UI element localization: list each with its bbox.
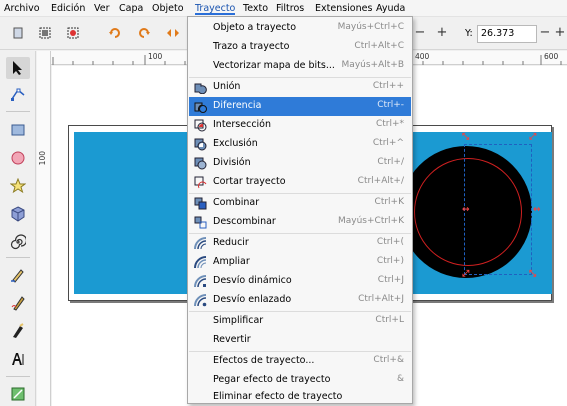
rectangle-tool[interactable] <box>6 119 30 141</box>
h-ruler-number: 400 <box>415 52 430 61</box>
scale-handle-right[interactable]: ↔ <box>533 206 541 215</box>
select-all-layers-icon[interactable] <box>38 26 52 40</box>
tool-separator <box>6 257 30 258</box>
menu-extensiones[interactable]: Extensiones <box>315 2 372 15</box>
pen-icon <box>11 296 25 311</box>
arrow-icon <box>13 61 22 75</box>
pencil-icon <box>11 269 24 283</box>
menu-item-path-effects[interactable]: Efectos de trayecto... Ctrl+& <box>189 352 411 371</box>
rectangle-icon <box>11 124 25 136</box>
select-all-icon[interactable] <box>11 26 25 40</box>
rotate-ccw-icon[interactable] <box>108 26 122 40</box>
menu-item-outset[interactable]: Ampliar Ctrl+) <box>189 253 411 272</box>
ellipse-tool[interactable] <box>6 147 30 169</box>
menu-item-division[interactable]: División Ctrl+/ <box>189 154 411 173</box>
node-icon <box>11 88 25 101</box>
scale-handle-bottom-right[interactable]: ⤡ <box>529 270 536 279</box>
circle-icon <box>11 151 25 165</box>
h-ruler-number: 600 <box>544 52 559 61</box>
dynamic-offset-icon <box>194 275 207 288</box>
calligraphy-icon <box>13 323 24 338</box>
intersection-icon <box>194 119 207 132</box>
menu-texto[interactable]: Texto <box>243 2 268 15</box>
scale-handle-top-right[interactable]: ⤢ <box>529 133 536 142</box>
cube-icon <box>11 206 25 222</box>
x-increment-button[interactable]: + <box>436 25 448 43</box>
cut-path-icon <box>194 176 207 189</box>
trayecto-dropdown-menu: Objeto a trayecto Mayús+Ctrl+C Trazo a t… <box>187 16 413 404</box>
menu-item-dynamic-offset[interactable]: Desvío dinámico Ctrl+J <box>189 272 411 291</box>
menu-ayuda[interactable]: Ayuda <box>376 2 405 15</box>
menu-item-difference[interactable]: Diferencia Ctrl+- <box>189 97 411 116</box>
outset-icon <box>194 256 207 269</box>
gradient-tool[interactable] <box>6 383 30 405</box>
pen-tool[interactable] <box>6 292 30 314</box>
tool-separator <box>6 376 30 377</box>
spiral-icon <box>10 234 26 250</box>
menu-item-linked-offset[interactable]: Desvío enlazado Ctrl+Alt+J <box>189 291 411 310</box>
star-tool[interactable] <box>6 175 30 197</box>
v-ruler-number: 100 <box>38 151 47 166</box>
menubar: Archivo Edición Ver Capa Objeto Trayecto… <box>0 0 567 17</box>
combine-icon <box>194 197 207 210</box>
text-tool[interactable] <box>6 348 30 370</box>
menu-item-combine[interactable]: Combinar Ctrl+K <box>189 194 411 213</box>
selector-tool[interactable] <box>6 57 30 79</box>
y-input[interactable]: 26.373 <box>477 25 537 43</box>
menu-item-exclusion[interactable]: Exclusión Ctrl+^ <box>189 135 411 154</box>
menu-trayecto[interactable]: Trayecto <box>195 2 236 15</box>
menu-edicion[interactable]: Edición <box>51 2 85 15</box>
menu-filtros[interactable]: Filtros <box>276 2 304 15</box>
menu-item-remove-path-effect[interactable]: Eliminar efecto de trayecto <box>189 390 411 403</box>
flip-horizontal-icon[interactable] <box>166 26 180 40</box>
scale-handle-left[interactable]: ↔ <box>462 206 470 215</box>
menu-item-paste-path-effect[interactable]: Pegar efecto de trayecto & <box>189 371 411 390</box>
linked-offset-icon <box>194 294 207 307</box>
menu-item-stroke-to-path[interactable]: Trazo a trayecto Ctrl+Alt+C <box>189 38 411 57</box>
difference-icon <box>194 102 207 113</box>
exclusion-icon <box>194 138 207 151</box>
rotate-cw-icon[interactable] <box>137 26 151 40</box>
y-label: Y: <box>465 28 473 39</box>
select-same-icon[interactable] <box>66 26 80 40</box>
h-ruler-number: 100 <box>148 52 163 61</box>
menu-item-union[interactable]: Unión Ctrl++ <box>189 78 411 97</box>
menu-item-inset[interactable]: Reducir Ctrl+( <box>189 234 411 253</box>
menu-objeto[interactable]: Objeto <box>152 2 184 15</box>
3d-box-tool[interactable] <box>6 203 30 225</box>
menu-capa[interactable]: Capa <box>119 2 143 15</box>
spiral-tool[interactable] <box>6 231 30 253</box>
menu-item-object-to-path[interactable]: Objeto a trayecto Mayús+Ctrl+C <box>189 19 411 38</box>
menu-item-intersection[interactable]: Intersección Ctrl+* <box>189 116 411 135</box>
y-increment-button[interactable]: + <box>554 25 566 43</box>
menu-item-simplify[interactable]: Simplificar Ctrl+L <box>189 312 411 331</box>
vertical-ruler: 100 <box>37 51 51 406</box>
menu-item-reverse[interactable]: Revertir <box>189 331 411 350</box>
calligraphy-tool[interactable] <box>6 320 30 342</box>
star-icon <box>10 178 26 194</box>
node-tool[interactable] <box>6 83 30 105</box>
menu-item-break-apart[interactable]: Descombinar Mayús+Ctrl+K <box>189 213 411 232</box>
text-icon <box>12 353 24 365</box>
menu-item-trace-bitmap[interactable]: Vectorizar mapa de bits... Mayús+Alt+B <box>189 57 411 76</box>
menu-item-cut-path[interactable]: Cortar trayecto Ctrl+Alt+/ <box>189 173 411 192</box>
menu-ver[interactable]: Ver <box>94 2 110 15</box>
inset-icon <box>194 237 207 250</box>
scale-handle-top-left[interactable]: ⤡ <box>462 133 469 142</box>
menu-archivo[interactable]: Archivo <box>4 2 40 15</box>
pencil-tool[interactable] <box>6 264 30 286</box>
toolbox <box>0 51 36 406</box>
tool-separator <box>6 111 30 112</box>
gradient-icon <box>11 387 25 401</box>
y-decrement-button[interactable]: − <box>539 25 551 43</box>
union-icon <box>194 83 207 94</box>
x-decrement-button[interactable]: − <box>414 25 426 43</box>
scale-handle-bottom-left[interactable]: ⤢ <box>462 270 469 279</box>
division-icon <box>194 157 207 170</box>
selection-bounding-box <box>464 144 532 275</box>
break-apart-icon <box>194 216 207 229</box>
